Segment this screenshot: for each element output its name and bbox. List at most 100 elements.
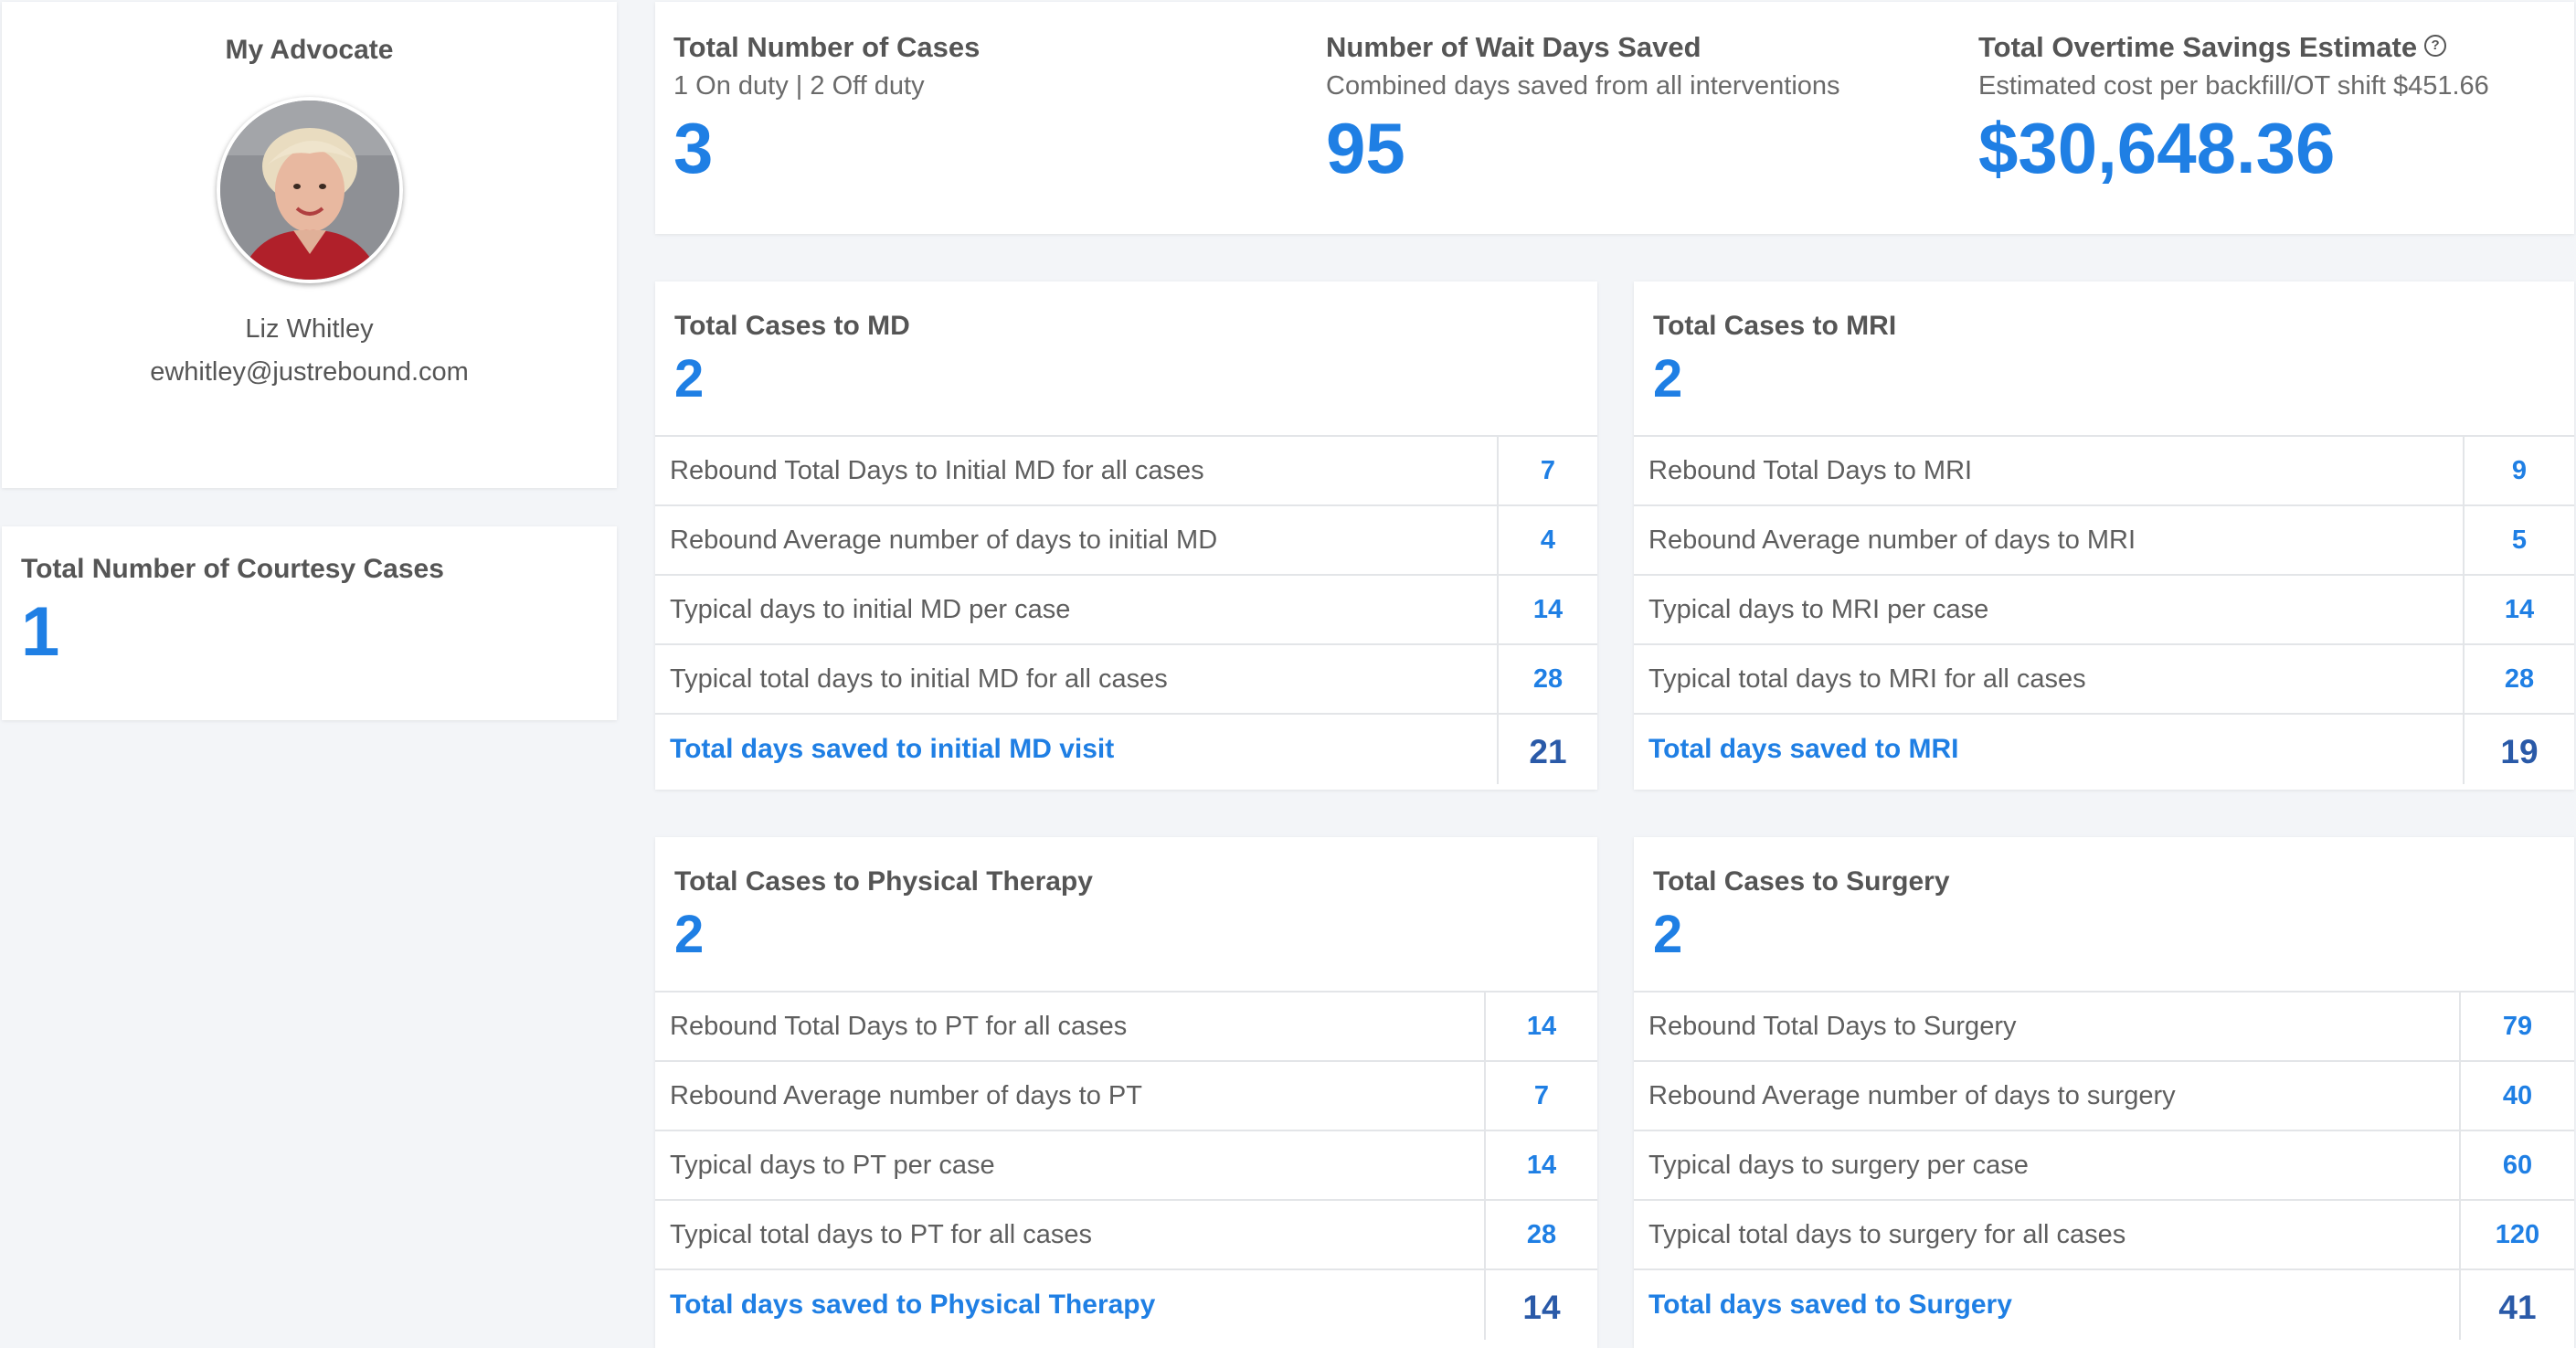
overtime-subtitle: Estimated cost per backfill/OT shift $45… bbox=[1978, 71, 2489, 101]
md-cases-count: 2 bbox=[674, 349, 705, 409]
overtime-title-row: Total Overtime Savings Estimate? bbox=[1978, 31, 2489, 64]
row-value: 28 bbox=[2504, 663, 2535, 694]
total-cases-summary: Total Number of Cases 1 On duty | 2 Off … bbox=[673, 31, 980, 184]
row-label: Typical total days to surgery for all ca… bbox=[1634, 1201, 2461, 1268]
surgery-cases-card: Total Cases to Surgery 2 Rebound Total D… bbox=[1634, 837, 2574, 1348]
row-label: Typical days to MRI per case bbox=[1634, 576, 2465, 643]
courtesy-cases-title: Total Number of Courtesy Cases bbox=[21, 554, 444, 584]
table-row: Typical total days to initial MD for all… bbox=[655, 645, 1597, 715]
row-label: Rebound Total Days to MRI bbox=[1634, 437, 2465, 504]
row-label: Typical days to surgery per case bbox=[1634, 1131, 2461, 1199]
surgery-cases-title: Total Cases to Surgery bbox=[1653, 866, 1950, 897]
courtesy-cases-card: Total Number of Courtesy Cases 1 bbox=[2, 526, 617, 720]
dashboard: My Advocate Liz Whitley ewhitley@justreb… bbox=[0, 0, 2576, 1348]
md-cases-card: Total Cases to MD 2 Rebound Total Days t… bbox=[655, 281, 1597, 790]
table-row: Rebound Total Days to Surgery 79 bbox=[1634, 992, 2574, 1062]
summary-card: Total Number of Cases 1 On duty | 2 Off … bbox=[655, 2, 2574, 234]
courtesy-cases-value: 1 bbox=[21, 593, 60, 671]
wait-days-subtitle: Combined days saved from all interventio… bbox=[1326, 71, 1840, 101]
row-value: 7 bbox=[1540, 455, 1556, 485]
total-row: Total days saved to MRI 19 bbox=[1634, 715, 2574, 784]
avatar-image bbox=[219, 101, 399, 280]
table-row: Rebound Total Days to MRI 9 bbox=[1634, 437, 2574, 506]
table-row: Typical total days to surgery for all ca… bbox=[1634, 1201, 2574, 1270]
table-row: Typical days to MRI per case 14 bbox=[1634, 576, 2574, 645]
total-row: Total days saved to Surgery 41 bbox=[1634, 1270, 2574, 1340]
row-label: Rebound Total Days to Surgery bbox=[1634, 992, 2461, 1060]
row-label: Rebound Average number of days to MRI bbox=[1634, 506, 2465, 574]
help-icon[interactable]: ? bbox=[2424, 35, 2447, 57]
overtime-title: Total Overtime Savings Estimate bbox=[1978, 31, 2418, 63]
table-row: Typical days to PT per case 14 bbox=[655, 1131, 1597, 1201]
total-label: Total days saved to Surgery bbox=[1634, 1270, 2461, 1340]
total-row: Total days saved to initial MD visit 21 bbox=[655, 715, 1597, 784]
mri-cases-card: Total Cases to MRI 2 Rebound Total Days … bbox=[1634, 281, 2574, 790]
table-row: Rebound Total Days to PT for all cases 14 bbox=[655, 992, 1597, 1062]
row-value: 14 bbox=[1526, 1011, 1557, 1041]
row-value: 7 bbox=[1533, 1080, 1550, 1110]
advocate-card: My Advocate Liz Whitley ewhitley@justreb… bbox=[2, 2, 617, 488]
table-row: Rebound Average number of days to surger… bbox=[1634, 1062, 2574, 1131]
pt-cases-count: 2 bbox=[674, 905, 705, 964]
md-cases-header: Total Cases to MD 2 bbox=[655, 281, 1597, 437]
row-label: Rebound Total Days to Initial MD for all… bbox=[655, 437, 1499, 504]
surgery-cases-count: 2 bbox=[1653, 905, 1683, 964]
table-row: Rebound Average number of days to PT 7 bbox=[655, 1062, 1597, 1131]
row-value: 14 bbox=[1532, 594, 1564, 624]
total-row: Total days saved to Physical Therapy 14 bbox=[655, 1270, 1597, 1340]
row-value: 40 bbox=[2502, 1080, 2533, 1110]
row-label: Typical total days to PT for all cases bbox=[655, 1201, 1486, 1268]
row-label: Typical days to PT per case bbox=[655, 1131, 1486, 1199]
pt-cases-title: Total Cases to Physical Therapy bbox=[674, 866, 1093, 897]
table-row: Rebound Total Days to Initial MD for all… bbox=[655, 437, 1597, 506]
pt-cases-card: Total Cases to Physical Therapy 2 Reboun… bbox=[655, 837, 1597, 1348]
total-value: 21 bbox=[1529, 733, 1567, 770]
table-row: Rebound Average number of days to MRI 5 bbox=[1634, 506, 2574, 576]
table-row: Typical total days to PT for all cases 28 bbox=[655, 1201, 1597, 1270]
row-value: 14 bbox=[1526, 1150, 1557, 1180]
table-row: Typical total days to MRI for all cases 2… bbox=[1634, 645, 2574, 715]
row-value: 120 bbox=[2495, 1219, 2540, 1249]
row-label: Rebound Total Days to PT for all cases bbox=[655, 992, 1486, 1060]
row-value: 28 bbox=[1526, 1219, 1557, 1249]
total-label: Total days saved to initial MD visit bbox=[655, 715, 1499, 784]
row-label: Typical total days to MRI for all cases bbox=[1634, 645, 2465, 713]
overtime-summary: Total Overtime Savings Estimate? Estimat… bbox=[1978, 31, 2489, 184]
total-value: 19 bbox=[2500, 733, 2539, 770]
total-label: Total days saved to MRI bbox=[1634, 715, 2465, 784]
total-cases-value: 3 bbox=[673, 108, 714, 188]
total-cases-subtitle: 1 On duty | 2 Off duty bbox=[673, 71, 925, 101]
row-label: Rebound Average number of days to initia… bbox=[655, 506, 1499, 574]
row-label: Typical total days to initial MD for all… bbox=[655, 645, 1499, 713]
row-value: 28 bbox=[1532, 663, 1564, 694]
row-value: 79 bbox=[2502, 1011, 2533, 1041]
total-value: 14 bbox=[1522, 1289, 1561, 1326]
avatar bbox=[216, 97, 403, 283]
row-value: 5 bbox=[2511, 525, 2528, 555]
table-row: Typical days to initial MD per case 14 bbox=[655, 576, 1597, 645]
table-row: Rebound Average number of days to initia… bbox=[655, 506, 1597, 576]
wait-days-summary: Number of Wait Days Saved Combined days … bbox=[1326, 31, 1840, 184]
total-label: Total days saved to Physical Therapy bbox=[655, 1270, 1486, 1340]
mri-cases-header: Total Cases to MRI 2 bbox=[1634, 281, 2574, 437]
overtime-value: $30,648.36 bbox=[1978, 108, 2336, 188]
pt-cases-header: Total Cases to Physical Therapy 2 bbox=[655, 837, 1597, 992]
row-label: Typical days to initial MD per case bbox=[655, 576, 1499, 643]
total-value: 41 bbox=[2498, 1289, 2537, 1326]
advocate-email[interactable]: ewhitley@justrebound.com bbox=[2, 357, 617, 387]
row-value: 9 bbox=[2511, 455, 2528, 485]
advocate-name: Liz Whitley bbox=[245, 314, 374, 344]
wait-days-title: Number of Wait Days Saved bbox=[1326, 31, 1701, 63]
md-cases-title: Total Cases to MD bbox=[674, 311, 910, 341]
row-value: 4 bbox=[1540, 525, 1556, 555]
mri-cases-count: 2 bbox=[1653, 349, 1683, 409]
row-value: 60 bbox=[2502, 1150, 2533, 1180]
row-label: Rebound Average number of days to PT bbox=[655, 1062, 1486, 1130]
row-label: Rebound Average number of days to surger… bbox=[1634, 1062, 2461, 1130]
advocate-title: My Advocate bbox=[225, 35, 394, 65]
table-row: Typical days to surgery per case 60 bbox=[1634, 1131, 2574, 1201]
total-cases-title: Total Number of Cases bbox=[673, 31, 981, 63]
row-value: 14 bbox=[2504, 594, 2535, 624]
surgery-cases-header: Total Cases to Surgery 2 bbox=[1634, 837, 2574, 992]
wait-days-value: 95 bbox=[1326, 108, 1405, 188]
